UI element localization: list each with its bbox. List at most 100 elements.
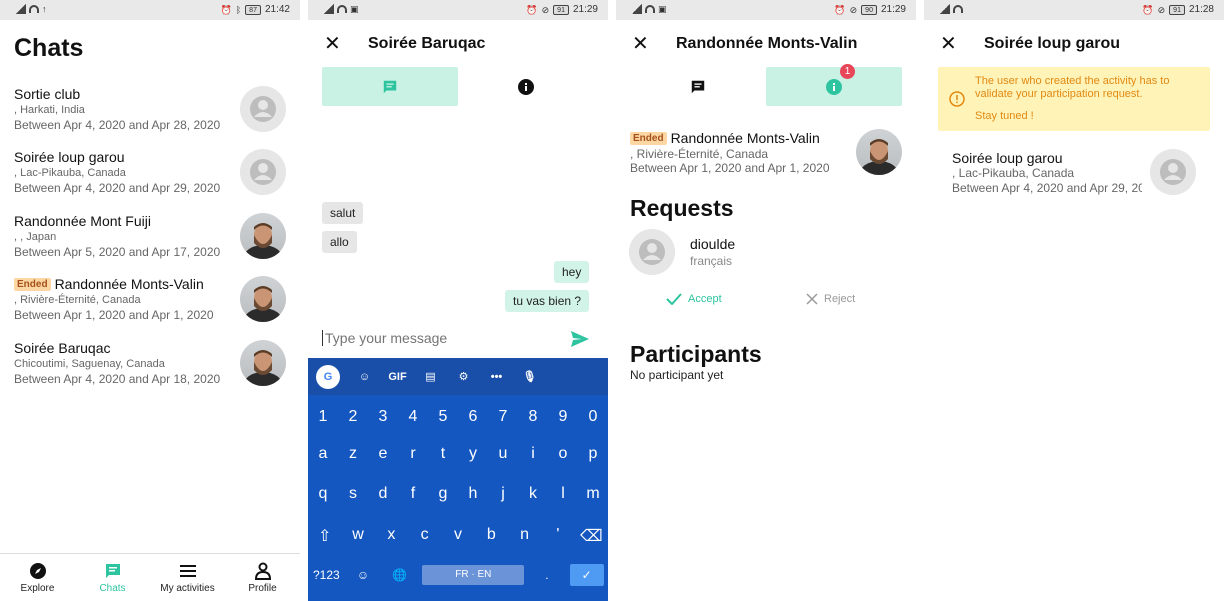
shift-icon[interactable]: ⇧ — [311, 526, 339, 546]
nav-label: My activities — [160, 583, 215, 594]
close-icon[interactable]: ✕ — [632, 34, 649, 54]
settings-icon[interactable]: ⚙ — [447, 370, 480, 383]
key[interactable]: h — [459, 485, 487, 503]
key[interactable]: p — [579, 445, 607, 463]
tab-info[interactable] — [458, 67, 594, 106]
alarm-icon: ⏰ — [526, 4, 538, 15]
key[interactable]: f — [399, 485, 427, 503]
key[interactable]: d — [369, 485, 397, 503]
emoji-icon[interactable]: ☺ — [349, 568, 377, 582]
close-icon[interactable]: ✕ — [324, 34, 341, 54]
check-icon — [666, 293, 682, 305]
key[interactable]: m — [579, 485, 607, 503]
chat-name: Soirée Baruqac — [14, 340, 111, 356]
gif-button[interactable]: GIF — [381, 371, 414, 383]
chat-name: Randonnée Monts-Valin — [54, 276, 204, 292]
chat-icon — [383, 80, 397, 93]
key[interactable]: 4 — [399, 408, 427, 426]
mute-icon: ⊘ — [541, 4, 550, 15]
mute-icon: ⊘ — [1157, 4, 1166, 15]
space-key[interactable]: FR · EN — [422, 565, 525, 585]
globe-icon[interactable]: 🌐 — [386, 568, 414, 582]
send-icon[interactable] — [570, 330, 590, 353]
key[interactable]: 5 — [429, 408, 457, 426]
page-title: Randonnée Monts-Valin — [676, 35, 858, 52]
nav-label: Explore — [20, 583, 55, 594]
more-icon[interactable]: ••• — [480, 371, 513, 383]
key[interactable]: i — [519, 445, 547, 463]
upload-icon: ↑ — [42, 4, 47, 14]
warning-icon — [949, 91, 965, 107]
period-key[interactable]: . — [533, 568, 561, 582]
alarm-icon: ⏰ — [220, 4, 232, 15]
key[interactable]: 7 — [489, 408, 517, 426]
key[interactable]: g — [429, 485, 457, 503]
participants-heading: Participants — [630, 341, 762, 367]
info-icon — [518, 78, 534, 95]
key[interactable]: 9 — [549, 408, 577, 426]
key[interactable]: e — [369, 445, 397, 463]
key[interactable]: j — [489, 485, 517, 503]
pending-request-screen: ⏰ ⊘ 91 21:28 ✕ Soirée loup garou The user w… — [924, 0, 1224, 601]
nav-explore[interactable]: Explore — [0, 554, 75, 601]
alarm-icon: ⏰ — [1142, 4, 1154, 15]
key[interactable]: b — [477, 526, 505, 546]
close-icon[interactable]: ✕ — [940, 34, 957, 54]
requests-heading: Requests — [630, 195, 734, 221]
avatar — [240, 149, 286, 195]
key[interactable]: c — [411, 526, 439, 546]
notice-text: The user who created the activity has to… — [975, 75, 1170, 100]
key[interactable]: a — [309, 445, 337, 463]
key[interactable]: v — [444, 526, 472, 546]
key[interactable]: q — [309, 485, 337, 503]
reject-button[interactable]: Reject — [806, 293, 855, 305]
accept-button[interactable]: Accept — [666, 293, 722, 305]
key-row-bottom: ?123 ☺ 🌐 FR · EN . ✓ — [308, 564, 608, 586]
key[interactable]: n — [511, 526, 539, 546]
key[interactable]: 1 — [309, 408, 337, 426]
message-input[interactable] — [322, 330, 562, 346]
key[interactable]: 0 — [579, 408, 607, 426]
keyboard-toolbar: G ☺ GIF ▤ ⚙ ••• 🎙 — [308, 358, 608, 395]
mic-icon[interactable]: 🎙 — [513, 370, 546, 383]
battery-icon: 91 — [1169, 4, 1185, 15]
key[interactable]: ' — [544, 526, 572, 546]
tab-info[interactable]: 1 — [766, 64, 902, 106]
key[interactable]: 2 — [339, 408, 367, 426]
clipboard-icon[interactable]: ▤ — [414, 370, 447, 383]
key[interactable]: r — [399, 445, 427, 463]
nav-my-activities[interactable]: My activities — [150, 554, 225, 601]
key[interactable]: 3 — [369, 408, 397, 426]
page-title: Soirée Baruqac — [368, 35, 486, 52]
key[interactable]: t — [429, 445, 457, 463]
tab-chat[interactable] — [630, 67, 766, 106]
close-icon — [806, 293, 818, 305]
activity-dates: Between Apr 1, 2020 and Apr 1, 2020 — [630, 161, 830, 175]
activity-dates: Between Apr 4, 2020 and Apr 29, 2020 — [952, 181, 1142, 195]
key[interactable]: u — [489, 445, 517, 463]
key-row-1: azertyuiop — [308, 445, 608, 463]
key[interactable]: 6 — [459, 408, 487, 426]
activity-name: Randonnée Monts-Valin — [670, 130, 820, 146]
key[interactable]: k — [519, 485, 547, 503]
symbols-key[interactable]: ?123 — [312, 568, 340, 582]
backspace-icon[interactable]: ⌫ — [577, 526, 605, 546]
check-icon[interactable]: ✓ — [569, 564, 604, 586]
key[interactable]: o — [549, 445, 577, 463]
key[interactable]: s — [339, 485, 367, 503]
key[interactable]: x — [377, 526, 405, 546]
activity-name-row: Ended Randonnée Monts-Valin — [630, 130, 820, 146]
accept-label: Accept — [688, 293, 722, 305]
key[interactable]: l — [549, 485, 577, 503]
tab-chat[interactable] — [322, 67, 458, 106]
google-icon[interactable]: G — [316, 364, 340, 389]
status-bar: ▣ ⏰ ⊘ 90 21:29 — [616, 0, 916, 20]
key[interactable]: z — [339, 445, 367, 463]
sticker-icon[interactable]: ☺ — [348, 371, 381, 383]
nav-chats[interactable]: Chats — [75, 554, 150, 601]
key[interactable]: y — [459, 445, 487, 463]
key[interactable]: 8 — [519, 408, 547, 426]
key[interactable]: w — [344, 526, 372, 546]
chat-icon — [105, 564, 120, 578]
nav-profile[interactable]: Profile — [225, 554, 300, 601]
